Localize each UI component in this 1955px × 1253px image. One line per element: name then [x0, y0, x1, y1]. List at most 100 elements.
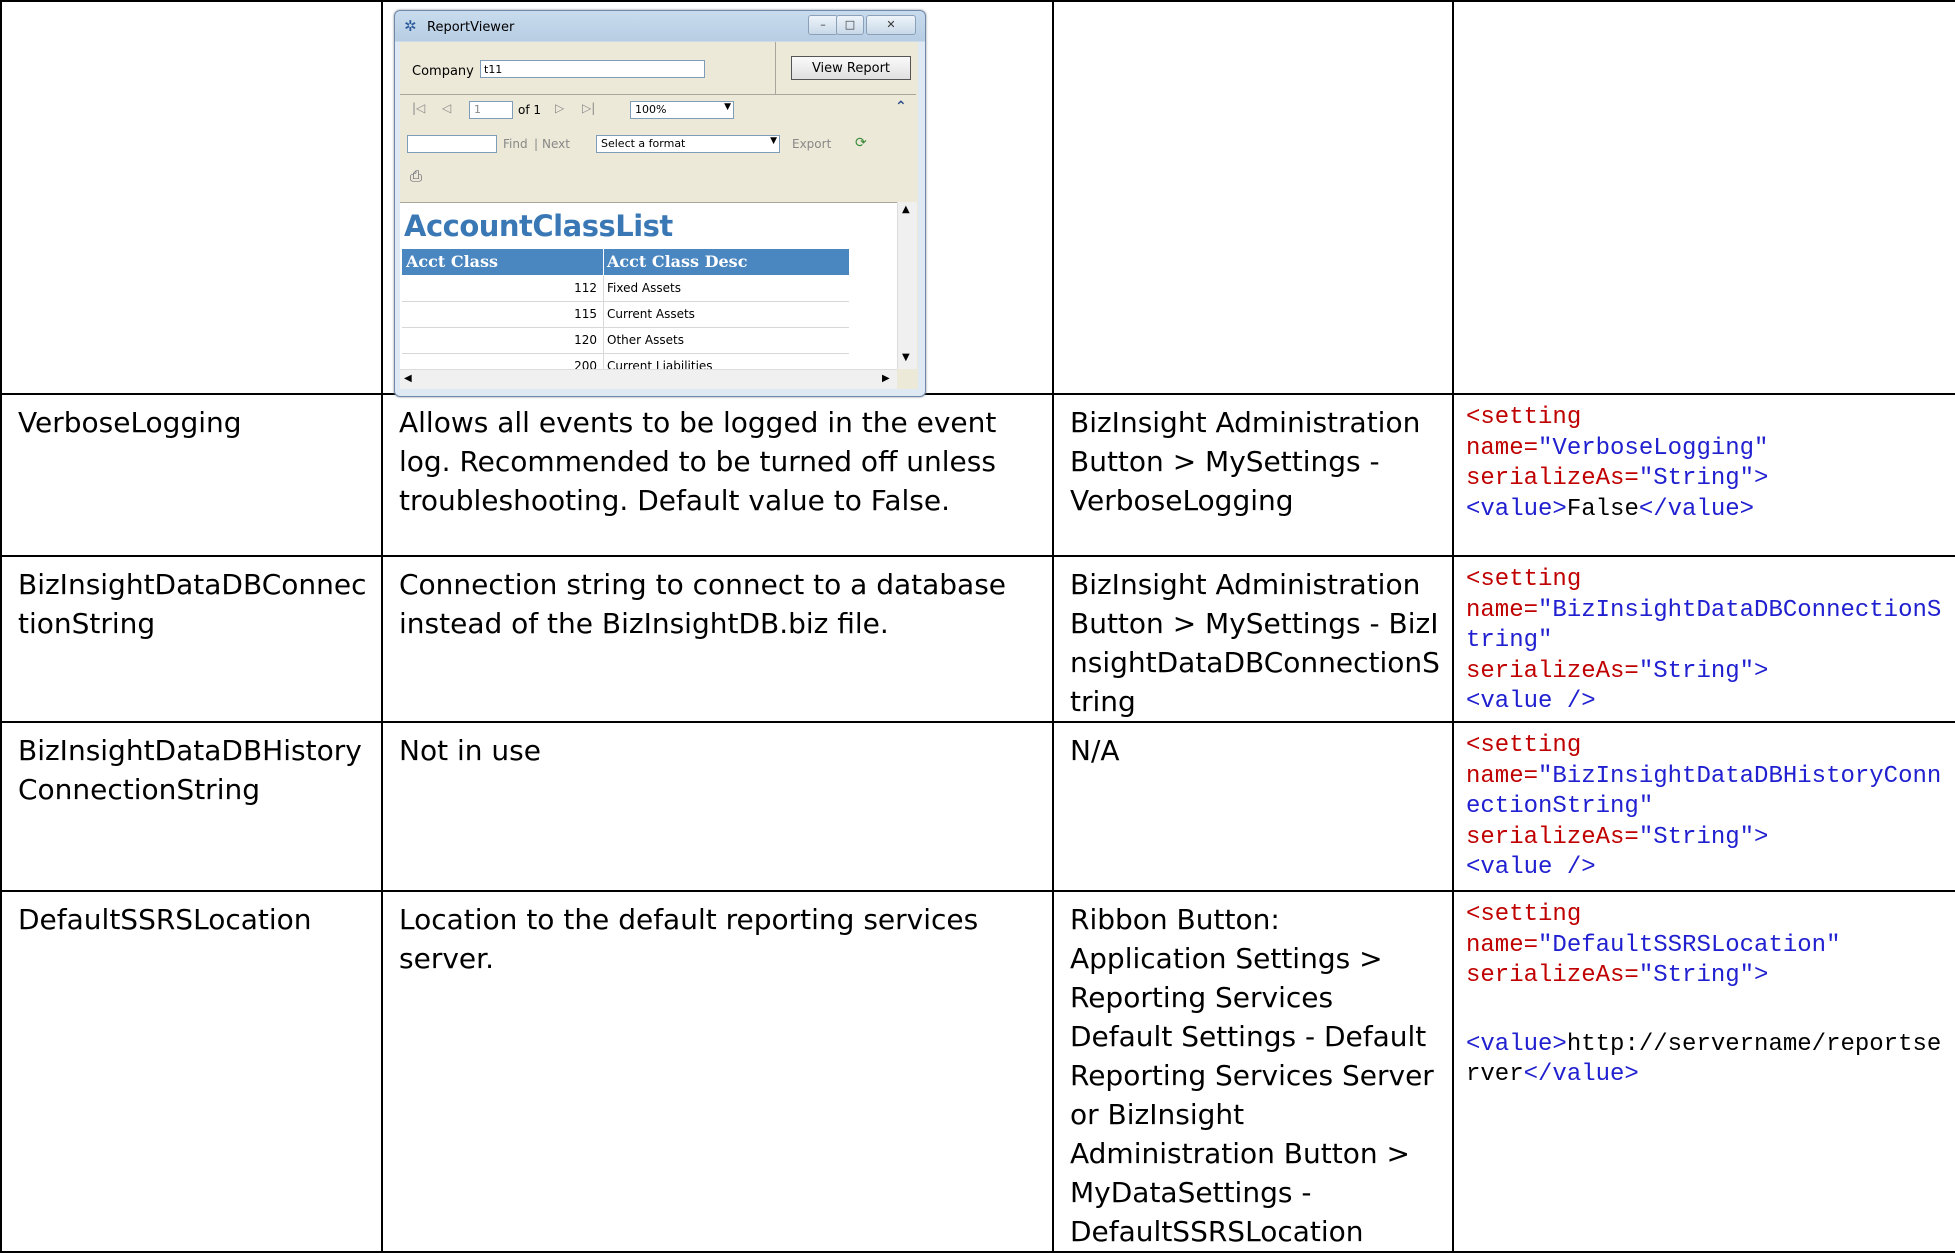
- table-row: BizInsightDataDBHistoryConnectionString …: [0, 721, 1955, 892]
- xml-value-empty: <value />: [1466, 854, 1596, 881]
- next-page-icon[interactable]: ▷: [555, 101, 564, 115]
- scroll-up-icon[interactable]: ▲: [902, 204, 910, 215]
- xml-value-open: <value>: [1466, 495, 1567, 523]
- setting-name-cell: VerboseLogging: [0, 393, 383, 557]
- xml-serialize-attr: serializeAs=: [1466, 823, 1639, 851]
- table-row: BizInsightDataDBConnectionString Connect…: [0, 555, 1955, 723]
- acct-class-desc-value: Other Assets: [607, 333, 684, 347]
- report-title: AccountClassList: [404, 209, 673, 243]
- setting-name: BizInsightDataDBHistoryConnectionString: [18, 734, 362, 806]
- xml-serialize-value: "String": [1638, 823, 1755, 851]
- setting-name: VerboseLogging: [18, 406, 242, 439]
- xml-serialize-value: "String": [1638, 962, 1755, 989]
- report-header-row: Acct Class Acct Class Desc: [402, 249, 849, 275]
- export-format-select[interactable]: Select a format ▼: [596, 135, 780, 153]
- maximize-button[interactable]: □: [836, 15, 864, 35]
- xml-snippet: <setting name="BizInsightDataDBConnectio…: [1454, 557, 1955, 718]
- xml-close-bracket: >: [1754, 465, 1769, 492]
- collapse-parameters-icon[interactable]: ⌃: [895, 99, 907, 115]
- scroll-right-icon[interactable]: ▶: [882, 373, 890, 384]
- xml-serialize-attr: serializeAs=: [1466, 657, 1639, 685]
- xml-close-bracket: >: [1754, 657, 1769, 685]
- xml-serialize-value: "String": [1638, 465, 1755, 492]
- setting-name-cell: [0, 0, 383, 395]
- setting-description: Not in use: [399, 734, 541, 767]
- xml-close-bracket: >: [1754, 823, 1769, 851]
- print-icon[interactable]: ⎙: [410, 167, 422, 185]
- description-cell: Allows all events to be logged in the ev…: [381, 393, 1054, 557]
- xml-snippet: <setting name="DefaultSSRSLocation" seri…: [1454, 892, 1955, 1091]
- location-cell: Ribbon Button: Application Settings > Re…: [1052, 890, 1454, 1253]
- setting-description: Connection string to connect to a databa…: [399, 568, 1007, 640]
- xml-value-text: False: [1566, 495, 1639, 523]
- zoom-select[interactable]: 100% ▼: [630, 101, 734, 119]
- xml-cell: <setting name="BizInsightDataDBHistoryCo…: [1452, 721, 1955, 892]
- horizontal-scrollbar[interactable]: ◀ ▶: [400, 369, 897, 389]
- chevron-down-icon: ▼: [770, 136, 777, 146]
- report-content: AccountClassList Acct Class Acct Class D…: [400, 202, 897, 370]
- xml-value-close: </value>: [1523, 1061, 1639, 1088]
- description-cell: Connection string to connect to a databa…: [381, 555, 1054, 723]
- xml-value-open: <value>: [1466, 1030, 1567, 1058]
- first-page-icon[interactable]: |◁: [412, 101, 425, 115]
- company-label: Company: [412, 64, 474, 79]
- header-divider: [603, 249, 604, 275]
- vertical-scrollbar[interactable]: ▲ ▼: [897, 202, 917, 369]
- xml-name-attr: name=: [1466, 931, 1539, 959]
- table-row: VerboseLogging Allows all events to be l…: [0, 393, 1955, 557]
- setting-name-cell: BizInsightDataDBConnectionString: [0, 555, 383, 723]
- setting-location: BizInsight Administration Button > MySet…: [1070, 406, 1421, 517]
- xml-cell: <setting name="DefaultSSRSLocation" seri…: [1452, 890, 1955, 1253]
- page-number-input[interactable]: 1: [469, 101, 513, 119]
- xml-name-attr: name=: [1466, 762, 1539, 790]
- xml-snippet: <setting name="BizInsightDataDBHistoryCo…: [1454, 723, 1955, 884]
- report-row: 120 Other Assets: [402, 328, 849, 354]
- setting-name-cell: DefaultSSRSLocation: [0, 890, 383, 1253]
- setting-name: DefaultSSRSLocation: [18, 903, 312, 936]
- last-page-icon[interactable]: ▷|: [582, 101, 595, 115]
- xml-name-attr: name=: [1466, 596, 1539, 624]
- xml-name-value: "DefaultSSRSLocation": [1538, 931, 1841, 959]
- xml-name-value: "BizInsightDataDBHistoryConnectionString…: [1466, 762, 1942, 821]
- zoom-value: 100%: [635, 103, 667, 116]
- company-input[interactable]: [480, 60, 705, 78]
- location-cell: [1052, 0, 1454, 395]
- close-button[interactable]: ✕: [866, 15, 916, 35]
- minimize-button[interactable]: –: [808, 15, 838, 35]
- chevron-down-icon: ▼: [724, 102, 731, 112]
- xml-value-empty: <value />: [1466, 688, 1596, 715]
- description-cell: Not in use: [381, 721, 1054, 892]
- location-cell: BizInsight Administration Button > MySet…: [1052, 393, 1454, 557]
- report-viewer-window: ✲ ReportViewer – □ ✕ Company View Report…: [394, 10, 926, 397]
- table-row: [0, 0, 1955, 395]
- location-cell: BizInsight Administration Button > MySet…: [1052, 555, 1454, 723]
- report-viewer-app-icon: ✲: [404, 17, 417, 35]
- table-row: DefaultSSRSLocation Location to the defa…: [0, 890, 1955, 1253]
- refresh-icon[interactable]: ⟳: [855, 135, 867, 151]
- scroll-down-icon[interactable]: ▼: [902, 352, 910, 363]
- next-link[interactable]: Next: [542, 137, 570, 151]
- setting-description: Location to the default reporting servic…: [399, 903, 979, 975]
- xml-serialize-value: "String": [1638, 657, 1755, 685]
- scroll-left-icon[interactable]: ◀: [404, 373, 412, 384]
- xml-close-bracket: >: [1754, 962, 1769, 989]
- acct-class-value: 115: [574, 307, 597, 321]
- report-toolbar: |◁ ◁ 1 of 1 ▷ ▷| 100% ▼ ⌃ Find | Next Sel…: [400, 95, 916, 193]
- view-report-button[interactable]: View Report: [791, 56, 911, 80]
- export-link[interactable]: Export: [792, 137, 831, 151]
- xml-cell: <setting name="VerboseLogging" serialize…: [1452, 393, 1955, 557]
- setting-name-cell: BizInsightDataDBHistoryConnectionString: [0, 721, 383, 892]
- xml-name-value: "BizInsightDataDBConnectionString": [1466, 596, 1942, 655]
- header-acct-class-desc: Acct Class Desc: [607, 252, 748, 271]
- xml-snippet: <setting name="VerboseLogging" serialize…: [1454, 395, 1955, 525]
- xml-value-close: </value>: [1638, 495, 1755, 523]
- report-viewer-body: Company View Report |◁ ◁ 1 of 1 ▷ ▷| 100…: [400, 42, 918, 389]
- acct-class-desc-value: Current Assets: [607, 307, 695, 321]
- setting-location: Ribbon Button: Application Settings > Re…: [1070, 903, 1434, 1248]
- xml-serialize-attr: serializeAs=: [1466, 962, 1639, 989]
- find-link[interactable]: Find: [503, 137, 528, 151]
- export-format-value: Select a format: [601, 137, 686, 150]
- find-input[interactable]: [407, 135, 497, 153]
- parameter-divider: [775, 42, 776, 94]
- previous-page-icon[interactable]: ◁: [442, 101, 451, 115]
